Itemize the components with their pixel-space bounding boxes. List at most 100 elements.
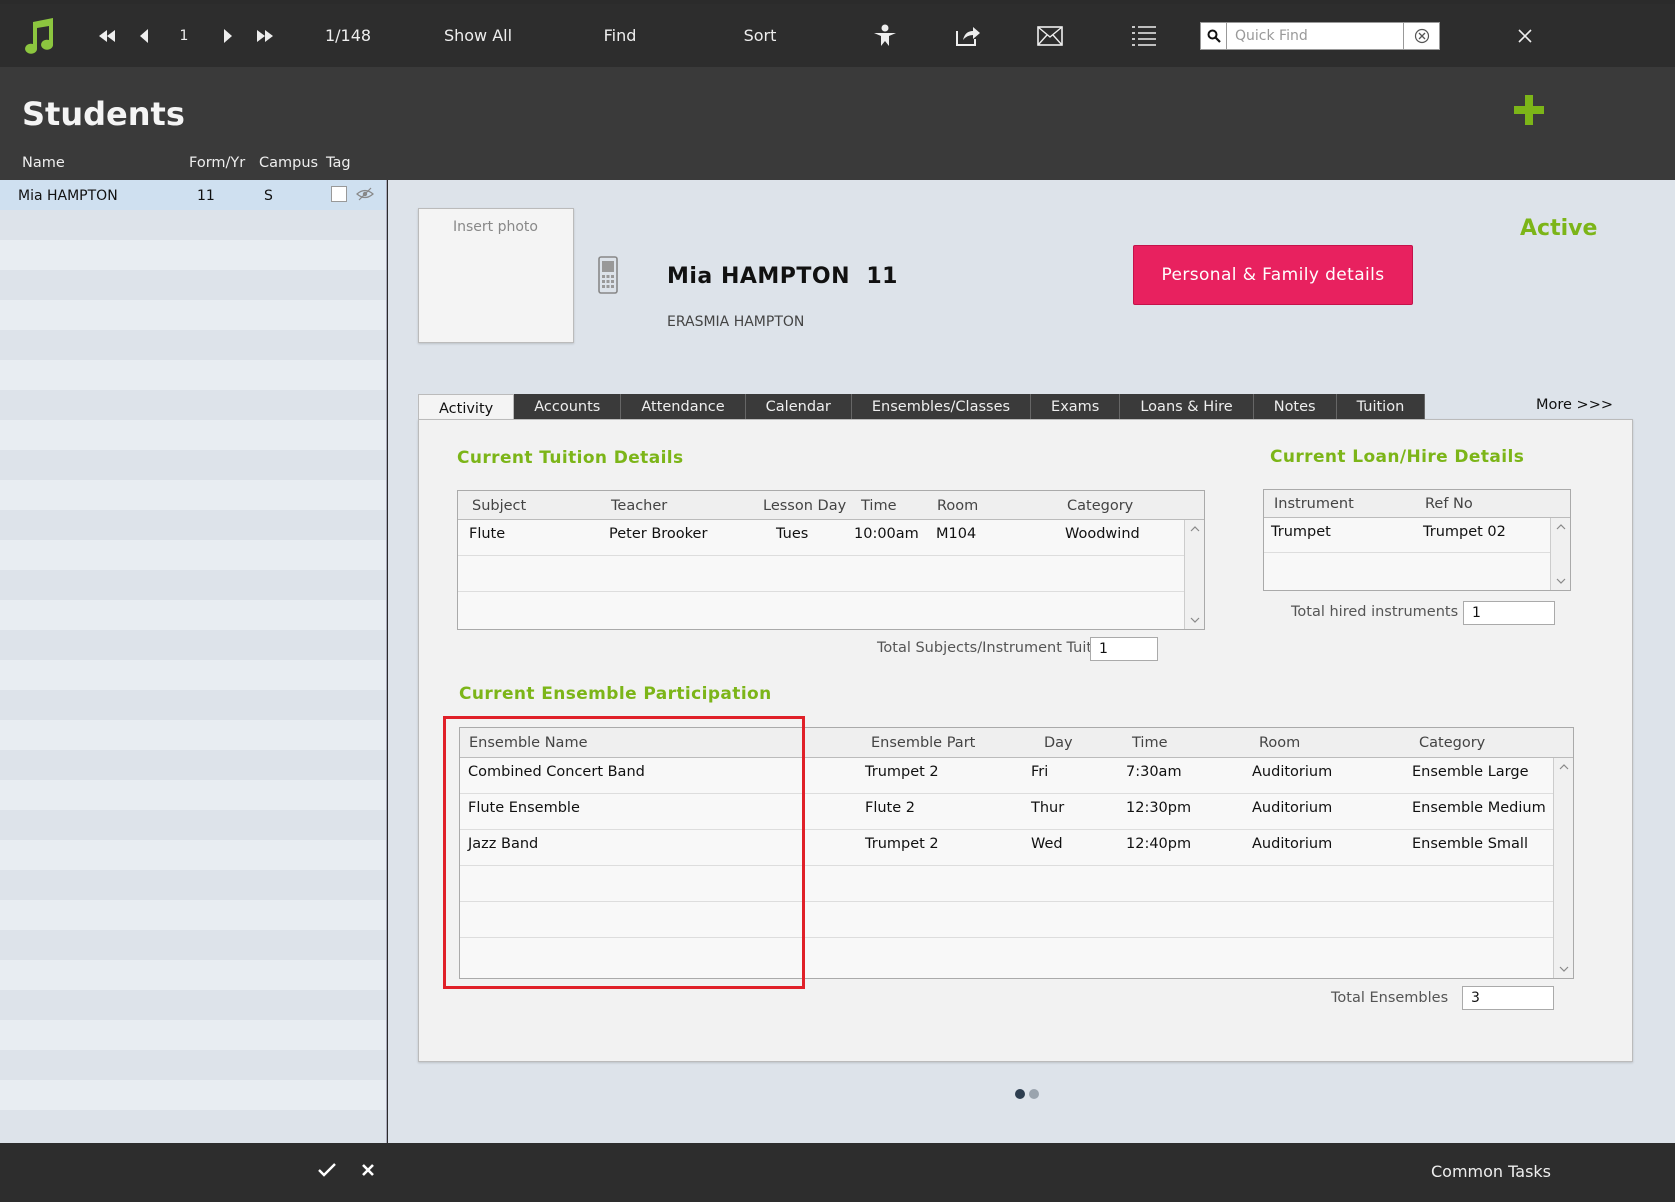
- list-item[interactable]: [0, 1050, 386, 1080]
- hidden-eye-icon[interactable]: [356, 187, 374, 205]
- list-item[interactable]: [0, 270, 386, 300]
- tuition-scrollbar[interactable]: [1184, 520, 1204, 629]
- table-row[interactable]: [1264, 553, 1550, 588]
- table-row[interactable]: [460, 866, 1553, 902]
- more-tabs-link[interactable]: More >>>: [1536, 397, 1613, 413]
- list-item[interactable]: [0, 450, 386, 480]
- share-icon[interactable]: [952, 4, 984, 67]
- table-row[interactable]: Jazz Band Trumpet 2 Wed 12:40pm Auditori…: [460, 830, 1553, 866]
- first-record-icon[interactable]: [92, 4, 122, 67]
- mobile-phone-icon[interactable]: [598, 256, 618, 298]
- close-icon[interactable]: [1512, 4, 1538, 67]
- list-item[interactable]: [0, 690, 386, 720]
- tag-checkbox[interactable]: [331, 186, 347, 202]
- next-record-icon[interactable]: [216, 4, 240, 67]
- cell-ensemble-part: Trumpet 2: [865, 764, 939, 780]
- ensembles-table: Ensemble Name Ensemble Part Day Time Roo…: [459, 727, 1574, 979]
- ensembles-col-room: Room: [1259, 735, 1301, 751]
- page-dot[interactable]: [1029, 1089, 1039, 1099]
- column-header-name[interactable]: Name: [22, 155, 65, 171]
- list-item[interactable]: [0, 420, 386, 450]
- list-item[interactable]: [0, 990, 386, 1020]
- list-item[interactable]: [0, 660, 386, 690]
- list-item[interactable]: [0, 810, 386, 840]
- table-row[interactable]: [460, 902, 1553, 938]
- list-item[interactable]: [0, 570, 386, 600]
- add-record-icon[interactable]: [1512, 93, 1546, 127]
- sort-button[interactable]: Sort: [730, 4, 790, 67]
- table-row[interactable]: [458, 556, 1184, 592]
- tab-calendar[interactable]: Calendar: [745, 394, 852, 420]
- tab-ensembles-classes[interactable]: Ensembles/Classes: [851, 394, 1032, 420]
- list-item[interactable]: [0, 1020, 386, 1050]
- last-record-icon[interactable]: [250, 4, 280, 67]
- loans-total-field[interactable]: 1: [1463, 601, 1555, 625]
- tab-notes[interactable]: Notes: [1253, 394, 1337, 420]
- email-icon[interactable]: [1034, 4, 1066, 67]
- scroll-down-icon[interactable]: [1551, 572, 1571, 590]
- table-row[interactable]: Combined Concert Band Trumpet 2 Fri 7:30…: [460, 758, 1553, 794]
- list-item[interactable]: [0, 720, 386, 750]
- list-item[interactable]: [0, 540, 386, 570]
- search-icon[interactable]: [1201, 23, 1227, 49]
- previous-record-icon[interactable]: [132, 4, 156, 67]
- page-dot-active[interactable]: [1015, 1089, 1025, 1099]
- list-item[interactable]: [0, 750, 386, 780]
- tab-attendance[interactable]: Attendance: [621, 394, 746, 420]
- list-item-selected[interactable]: Mia HAMPTON 11 S: [0, 180, 386, 210]
- ensembles-total-field[interactable]: 3: [1462, 986, 1554, 1010]
- list-item[interactable]: [0, 900, 386, 930]
- list-item[interactable]: [0, 300, 386, 330]
- cross-icon[interactable]: [361, 1163, 375, 1181]
- ensembles-scrollbar[interactable]: [1553, 758, 1573, 978]
- list-item[interactable]: [0, 930, 386, 960]
- table-row[interactable]: Trumpet Trumpet 02: [1264, 518, 1550, 553]
- tab-loans-hire[interactable]: Loans & Hire: [1120, 394, 1254, 420]
- show-all-button[interactable]: Show All: [438, 4, 518, 67]
- find-button[interactable]: Find: [590, 4, 650, 67]
- list-item[interactable]: [0, 960, 386, 990]
- list-item[interactable]: [0, 600, 386, 630]
- scroll-up-icon[interactable]: [1185, 520, 1205, 538]
- table-row[interactable]: Flute Peter Brooker Tues 10:00am M104 Wo…: [458, 520, 1184, 556]
- list-item[interactable]: [0, 210, 386, 240]
- list-item[interactable]: [0, 240, 386, 270]
- list-item[interactable]: [0, 390, 386, 420]
- column-header-campus[interactable]: Campus: [259, 155, 318, 171]
- person-icon[interactable]: [870, 4, 900, 67]
- list-item[interactable]: [0, 630, 386, 660]
- list-item[interactable]: [0, 510, 386, 540]
- list-item[interactable]: [0, 870, 386, 900]
- tab-tuition[interactable]: Tuition: [1336, 394, 1426, 420]
- personal-family-details-button[interactable]: Personal & Family details: [1133, 245, 1413, 305]
- tab-accounts[interactable]: Accounts: [514, 394, 622, 420]
- tuition-total-field[interactable]: 1: [1090, 637, 1158, 661]
- table-row[interactable]: [460, 938, 1553, 974]
- list-item[interactable]: [0, 330, 386, 360]
- list-item[interactable]: [0, 780, 386, 810]
- list-item[interactable]: [0, 840, 386, 870]
- table-row[interactable]: Flute Ensemble Flute 2 Thur 12:30pm Audi…: [460, 794, 1553, 830]
- scroll-up-icon[interactable]: [1554, 758, 1574, 776]
- music-note-icon[interactable]: [14, 4, 64, 67]
- scroll-down-icon[interactable]: [1554, 960, 1574, 978]
- clear-search-icon[interactable]: [1403, 23, 1439, 49]
- photo-container[interactable]: Insert photo: [418, 208, 574, 343]
- scroll-down-icon[interactable]: [1185, 611, 1205, 629]
- scroll-up-icon[interactable]: [1551, 518, 1571, 536]
- tab-activity[interactable]: Activity: [418, 394, 515, 422]
- list-item[interactable]: [0, 1110, 386, 1140]
- list-item[interactable]: [0, 480, 386, 510]
- table-row[interactable]: [458, 592, 1184, 628]
- common-tasks-button[interactable]: Common Tasks: [1431, 1162, 1551, 1181]
- loans-scrollbar[interactable]: [1550, 518, 1570, 590]
- quick-find-input[interactable]: [1227, 24, 1403, 48]
- column-header-form-yr[interactable]: Form/Yr: [189, 155, 245, 171]
- list-item[interactable]: [0, 360, 386, 390]
- record-number[interactable]: 1: [172, 4, 196, 67]
- column-header-tag[interactable]: Tag: [326, 155, 351, 171]
- tab-exams[interactable]: Exams: [1031, 394, 1121, 420]
- list-item[interactable]: [0, 1080, 386, 1110]
- check-icon[interactable]: [318, 1163, 336, 1181]
- list-icon[interactable]: [1128, 4, 1160, 67]
